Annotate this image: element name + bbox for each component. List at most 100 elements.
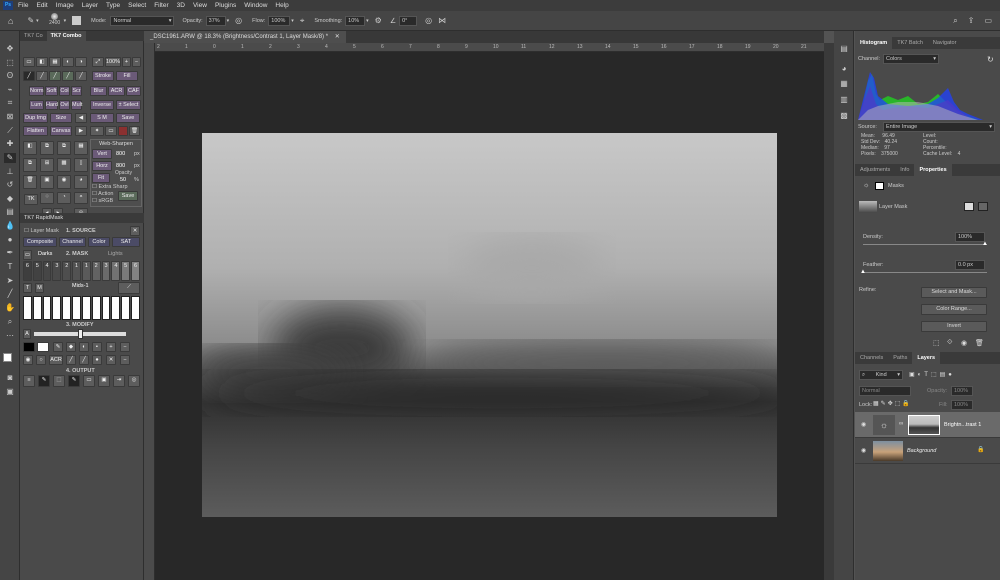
tk-fill-layer-icon[interactable]: ▣ [40,175,54,189]
blend-mode-select[interactable]: Normal [859,386,911,396]
zoom-tool-icon[interactable]: ⌕ [4,317,16,327]
chevron-down-icon[interactable]: ▾ [36,18,39,24]
lum-button[interactable]: 6 [23,261,32,281]
tk-blur-button[interactable]: Blur [90,86,107,96]
lum-button[interactable]: 3 [101,261,111,281]
menu-edit[interactable]: Edit [36,2,47,9]
airbrush-icon[interactable]: ⌖ [300,16,305,26]
dodge-tool-icon[interactable]: ● [4,235,16,245]
angle-input[interactable]: 0° [399,15,418,26]
tk-red-icon[interactable] [118,126,128,136]
tk-stroke-button[interactable]: Stroke [92,71,114,81]
eraser-tool-icon[interactable]: ◆ [4,194,16,204]
invert-button[interactable]: Invert [921,321,987,332]
feather-slider[interactable] [863,272,987,273]
menu-help[interactable]: Help [275,2,288,9]
source-channel-button[interactable]: Channel [59,237,86,247]
menu-file[interactable]: File [18,2,28,9]
share-icon[interactable]: ⇪ [968,16,975,25]
pressure-size-icon[interactable]: ◎ [425,16,432,25]
tk-circle-icon[interactable]: ◑ [75,57,87,67]
slider-key[interactable] [81,296,91,320]
fill-input[interactable]: 100% [951,400,973,410]
tk-export-icon[interactable]: ⇥ [113,375,125,387]
tk-norm-button[interactable]: Norm [29,86,44,96]
search-icon[interactable]: ⌕ [953,16,957,26]
tab-histogram[interactable]: Histogram [855,37,893,49]
image-canvas[interactable] [202,133,777,517]
tk-minus2-icon[interactable]: − [120,355,130,365]
tk-small-icon[interactable]: ▭ [23,250,32,260]
tk-group-icon[interactable]: ⧉ [23,158,37,172]
tk-mult-button[interactable]: Mult [71,100,82,110]
tk-layer-out-icon[interactable]: ▭ [83,375,95,387]
tab-tk7-batch[interactable]: TK7 Batch [892,37,928,49]
lum-button[interactable]: 5 [121,261,131,281]
gear-icon[interactable]: ⚙ [375,16,382,25]
tk-plus-icon[interactable]: + [106,342,116,352]
load-selection-icon[interactable]: ⬚ [933,339,940,347]
clone-stamp-tool-icon[interactable]: ⊥ [4,167,16,177]
tk-blank-icon[interactable]: ▯ [74,158,88,172]
mode-select[interactable]: Normal ▾ [110,15,175,26]
tk-size-button[interactable]: Size [50,113,72,123]
tk-paste-icon[interactable]: ▦ [74,141,88,155]
color-panel-icon[interactable]: ◕ [838,64,850,74]
tk-open-icon[interactable]: ▭ [23,57,35,67]
tab-adjustments[interactable]: Adjustments [855,164,895,176]
tk-layer-icon[interactable]: ▭ [105,126,117,136]
layer-mask-thumbnail[interactable] [908,415,940,435]
tab-layers[interactable]: Layers [912,352,941,364]
gradient-tool-icon[interactable]: ▤ [4,207,16,217]
tk-gradient-icon[interactable]: ◕ [74,175,88,189]
tk-copy-icon[interactable]: ⧉ [40,141,54,155]
chevron-down-icon[interactable]: ▾ [64,18,67,24]
white-swatch[interactable] [37,342,49,352]
slider-key[interactable] [101,296,111,320]
lum-button[interactable]: 6 [131,261,140,281]
layer-name[interactable]: Background [907,448,936,454]
tk-delete-icon[interactable]: 🗑 [23,175,37,189]
tk-circle-half-icon[interactable]: ◐ [62,57,74,67]
tab-info[interactable]: Info [895,164,914,176]
tk-brush-out-icon[interactable]: ✎ [38,375,50,387]
tk-circle-icon[interactable]: ○ [36,355,46,365]
menu-view[interactable]: View [193,2,207,9]
slider-key[interactable] [121,296,131,320]
tk-save-button[interactable]: Save [116,113,140,123]
menu-filter[interactable]: Filter [154,2,168,9]
density-slider[interactable] [863,244,987,245]
tab-navigator[interactable]: Navigator [928,37,962,49]
tab-properties[interactable]: Properties [914,164,952,176]
eyedropper-tool-icon[interactable]: ⟋ [4,126,16,136]
tk-square-icon[interactable]: ▪ [92,342,102,352]
home-icon[interactable]: ⌂ [8,16,13,26]
feather-input[interactable]: 0.0 px [955,260,985,270]
slider-key[interactable] [52,296,62,320]
link-icon[interactable]: ∞ [899,421,903,427]
slider-key[interactable] [42,296,52,320]
black-swatch[interactable] [23,342,35,352]
brush-settings-panel-icon[interactable] [72,16,82,25]
lasso-tool-icon[interactable]: ʘ [4,71,16,81]
tk-stamp-icon[interactable]: ▩ [57,158,71,172]
menu-layer[interactable]: Layer [82,2,98,9]
tk-zoom-out-icon[interactable]: − [132,57,141,67]
more-tools-icon[interactable]: ⋯ [4,331,16,341]
lock-icons[interactable]: ▦✎✥⬚🔒 [873,400,912,407]
tab-paths[interactable]: Paths [888,352,912,364]
blur-tool-icon[interactable]: 💧 [4,221,16,231]
path-select-tool-icon[interactable]: ➤ [4,276,16,286]
tk-tk-button[interactable]: TK [24,194,38,205]
tk-channels-icon[interactable]: ▦ [49,57,61,67]
slider-key[interactable] [62,296,72,320]
tk-list-icon[interactable]: ≡ [23,375,35,387]
marquee-tool-icon[interactable]: ⬚ [4,58,16,68]
history-brush-tool-icon[interactable]: ↺ [4,180,16,190]
swatches-panel-icon[interactable]: ▦ [838,79,850,89]
frame-tool-icon[interactable]: ⊠ [4,112,16,122]
tk-x-icon[interactable]: ✕ [106,355,116,365]
tk-m-button[interactable]: M [35,283,44,293]
tab-tk7-combo[interactable]: TK7 Combo [46,31,86,41]
tk-mask-icon[interactable]: ◧ [23,141,37,155]
